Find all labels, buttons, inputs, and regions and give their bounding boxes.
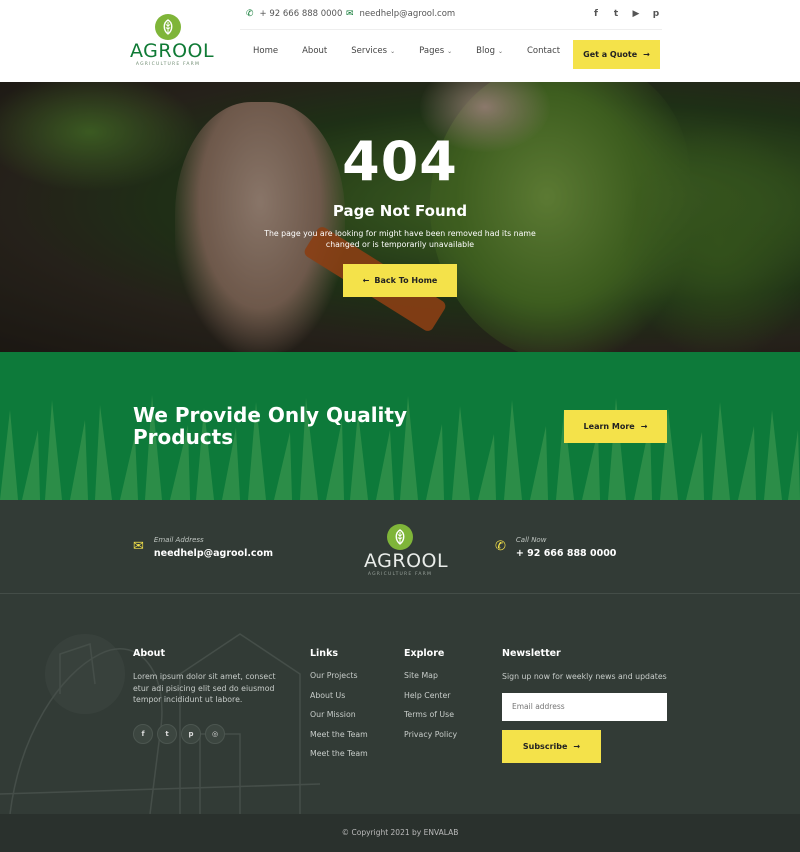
explore-heading: Explore — [404, 648, 445, 659]
phone-icon: ✆ — [495, 539, 506, 554]
back-to-home-button[interactable]: ← Back To Home — [343, 264, 457, 297]
subscribe-label: Subscribe — [522, 741, 568, 751]
footer-link-our-mission[interactable]: Our Mission — [310, 710, 368, 719]
learn-more-label: Learn More — [583, 422, 635, 431]
twitter-icon[interactable]: t — [157, 723, 177, 744]
pinterest-icon[interactable]: p — [652, 9, 660, 19]
top-bar: ✆ + 92 666 888 0000 ✉ needhelp@agrool.co… — [240, 0, 662, 30]
logo-name: AGROOL — [130, 40, 215, 62]
newsletter-text: Sign up now for weekly news and updates — [502, 672, 667, 681]
footer-explore-column: Explore Site Map Help Center Terms of Us… — [404, 648, 457, 749]
nav-label: Home — [253, 46, 279, 56]
nav-label: Pages — [419, 46, 445, 56]
nav-item-about[interactable]: About — [302, 46, 327, 56]
mail-icon: ✉ — [346, 9, 354, 19]
arrow-left-icon: ← — [362, 276, 370, 285]
nav-item-blog[interactable]: Blog ⌄ — [476, 46, 503, 56]
footer-logo-name: AGROOL — [364, 550, 449, 572]
get-quote-label: Get a Quote — [583, 50, 638, 59]
nav-item-contact[interactable]: Contact — [527, 46, 560, 56]
instagram-icon[interactable]: ◎ — [205, 723, 225, 744]
links-heading: Links — [310, 648, 339, 659]
email-value: needhelp@agrool.com — [153, 548, 273, 559]
copyright-text: © Copyright 2021 by ENVALAB — [341, 828, 459, 837]
logo-tagline: Agriculture Farm — [135, 62, 201, 67]
chevron-down-icon: ⌄ — [390, 48, 396, 55]
call-label: Call Now — [515, 536, 547, 544]
topbar-email-text: needhelp@agrool.com — [359, 9, 456, 19]
nav-label: Contact — [527, 46, 561, 56]
learn-more-button[interactable]: Learn More → — [564, 410, 667, 443]
get-quote-button[interactable]: Get a Quote → — [573, 40, 660, 69]
topbar-phone[interactable]: ✆ + 92 666 888 0000 — [246, 9, 342, 19]
footer-newsletter-column: Newsletter Sign up now for weekly news a… — [502, 648, 668, 763]
chevron-down-icon: ⌄ — [497, 48, 503, 55]
leaf-icon — [155, 14, 181, 40]
hero-404: 404 Page Not Found The page you are look… — [0, 82, 800, 352]
footer-main: About Lorem ipsum dolor sit amet, consec… — [0, 594, 800, 814]
footer-link-privacy[interactable]: Privacy Policy — [404, 730, 457, 739]
facebook-icon[interactable]: f — [592, 9, 600, 19]
footer-logo-tagline: Agriculture Farm — [367, 572, 433, 577]
leaf-icon — [387, 524, 413, 550]
back-to-home-label: Back To Home — [374, 276, 438, 285]
cta-banner: We Provide Only Quality Products Learn M… — [0, 352, 800, 500]
footer-link-meet-team-2[interactable]: Meet the Team — [310, 749, 368, 758]
email-label: Email Address — [153, 536, 204, 544]
cta-title: We Provide Only Quality Products — [133, 403, 408, 449]
footer-link-about-us[interactable]: About Us — [310, 691, 368, 700]
nav-item-services[interactable]: Services ⌄ — [351, 46, 395, 56]
facebook-icon[interactable]: f — [133, 723, 153, 744]
footer-link-terms[interactable]: Terms of Use — [404, 710, 457, 719]
site-logo[interactable]: AGROOL Agriculture Farm — [130, 14, 215, 67]
nav-item-home[interactable]: Home — [253, 46, 278, 56]
footer-about-column: About Lorem ipsum dolor sit amet, consec… — [133, 648, 283, 744]
subscribe-button[interactable]: Subscribe → — [502, 729, 601, 763]
nav-label: About — [302, 46, 328, 56]
chevron-down-icon: ⌄ — [447, 48, 453, 55]
arrow-right-icon: → — [640, 422, 648, 431]
footer-email-info[interactable]: ✉ Email Address needhelp@agrool.com — [133, 536, 273, 559]
error-message: The page you are looking for might have … — [264, 229, 536, 249]
topbar-email[interactable]: ✉ needhelp@agrool.com — [346, 9, 455, 19]
call-value: + 92 666 888 0000 — [515, 548, 617, 559]
footer-link-our-projects[interactable]: Our Projects — [310, 671, 368, 680]
nav-item-pages[interactable]: Pages ⌄ — [419, 46, 452, 56]
error-title: Page Not Found — [332, 202, 468, 220]
pinterest-icon[interactable]: p — [181, 723, 201, 744]
youtube-icon[interactable]: ▶ — [632, 9, 640, 19]
topbar-socials: f t ▶ p — [592, 9, 660, 19]
arrow-right-icon: → — [643, 50, 650, 59]
about-text: Lorem ipsum dolor sit amet, consect etur… — [133, 672, 276, 704]
footer-links-column: Links Our Projects About Us Our Mission … — [310, 648, 368, 769]
hero-content: 404 Page Not Found The page you are look… — [0, 82, 800, 297]
error-code: 404 — [342, 130, 458, 193]
footer-logo[interactable]: AGROOL Agriculture Farm — [364, 524, 449, 577]
newsletter-heading: Newsletter — [502, 648, 561, 659]
main-nav: Home About Services ⌄ Pages ⌄ Blog ⌄ Contac… — [253, 46, 584, 56]
arrow-right-icon: → — [573, 741, 581, 751]
footer-bottom-bar: © Copyright 2021 by ENVALAB — [0, 814, 800, 852]
footer-link-site-map[interactable]: Site Map — [404, 671, 457, 680]
topbar-phone-text: + 92 666 888 0000 — [259, 9, 343, 19]
newsletter-email-input[interactable] — [502, 692, 667, 721]
site-header: AGROOL Agriculture Farm ✆ + 92 666 888 0… — [0, 0, 800, 82]
envelope-icon: ✉ — [133, 539, 144, 554]
phone-icon: ✆ — [246, 9, 254, 19]
about-heading: About — [133, 648, 165, 659]
nav-label: Blog — [476, 46, 495, 56]
nav-label: Services — [351, 46, 388, 56]
footer-link-help-center[interactable]: Help Center — [404, 691, 457, 700]
footer-call-info[interactable]: ✆ Call Now + 92 666 888 0000 — [495, 536, 616, 559]
footer-link-meet-team[interactable]: Meet the Team — [310, 730, 368, 739]
twitter-icon[interactable]: t — [612, 9, 620, 19]
footer-socials: f t p ◎ — [133, 723, 283, 744]
